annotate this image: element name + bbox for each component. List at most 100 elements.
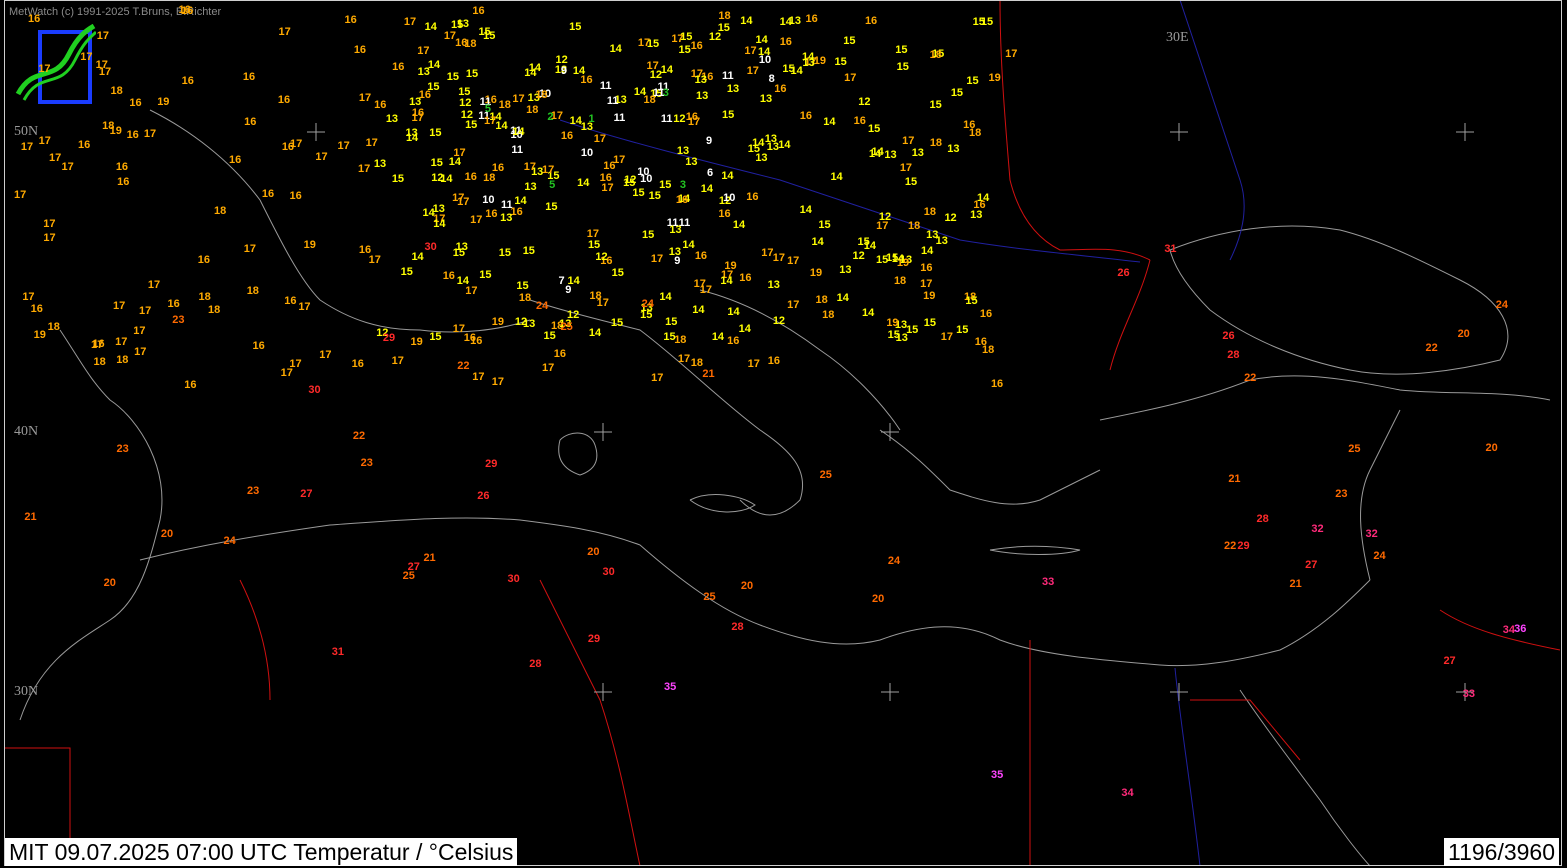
temperature-value: 16 bbox=[739, 272, 752, 285]
temperature-value: 9 bbox=[565, 283, 572, 296]
temperature-value: 19 bbox=[923, 290, 936, 303]
temperature-value: 9 bbox=[560, 64, 567, 77]
temperature-value: 24 bbox=[641, 297, 654, 310]
temperature-value: 15 bbox=[950, 87, 964, 100]
station-count: 1196/3960 bbox=[1443, 838, 1559, 866]
temperature-value: 17 bbox=[115, 336, 128, 349]
temperature-value: 16 bbox=[284, 295, 297, 308]
temperature-value: 13 bbox=[455, 240, 468, 253]
temperature-value: 15 bbox=[721, 108, 735, 121]
temperature-value: 17 bbox=[243, 242, 257, 255]
temperature-value: 12 bbox=[514, 316, 528, 329]
temperature-value: 13 bbox=[694, 73, 707, 86]
temperature-value: 16 bbox=[442, 270, 455, 283]
temperature-value: 15 bbox=[429, 126, 442, 139]
temperature-value: 16 bbox=[694, 249, 708, 262]
temperature-value: 17 bbox=[761, 247, 774, 260]
temperature-value: 10 bbox=[723, 192, 736, 205]
temperature-value: 2 bbox=[547, 110, 554, 123]
temperature-value: 25 bbox=[703, 591, 716, 604]
borders bbox=[5, 0, 1561, 867]
temperature-value: 15 bbox=[391, 173, 405, 186]
temperature-value: 17 bbox=[541, 362, 555, 375]
temperature-value: 19 bbox=[988, 71, 1001, 84]
temperature-value: 18 bbox=[893, 275, 907, 288]
temperature-value: 17 bbox=[96, 29, 109, 42]
temperature-value: 16 bbox=[727, 335, 740, 348]
temperature-value: 16 bbox=[374, 99, 387, 112]
temperature-value: 17 bbox=[677, 353, 691, 366]
temperature-value: 12 bbox=[431, 172, 444, 185]
temperature-value: 16 bbox=[767, 355, 780, 368]
temperature-value: 22 bbox=[457, 359, 470, 372]
temperature-value: 20 bbox=[103, 576, 116, 589]
temperature-value: 20 bbox=[587, 545, 600, 558]
temperature-value: 16 bbox=[126, 128, 139, 141]
temperature-value: 15 bbox=[818, 218, 831, 231]
temperature-value: 16 bbox=[963, 119, 976, 132]
temperature-value: 14 bbox=[740, 15, 753, 28]
temperature-value: 17 bbox=[358, 92, 372, 105]
temperature-value: 14 bbox=[682, 238, 695, 251]
temperature-value: 18 bbox=[47, 320, 60, 333]
temperature-value: 11 bbox=[599, 80, 612, 93]
temperature-value: 15 bbox=[446, 71, 460, 84]
temperature-value: 15 bbox=[642, 228, 655, 241]
temperature-value: 15 bbox=[430, 157, 443, 170]
temperature-value: 14 bbox=[755, 34, 768, 47]
temperature-value: 31 bbox=[1164, 243, 1177, 256]
temperature-value: 17 bbox=[143, 127, 157, 140]
temperature-value: 11 bbox=[606, 94, 619, 107]
temperature-value: 34 bbox=[1121, 786, 1134, 799]
temperature-value: 13 bbox=[726, 82, 740, 95]
temperature-value: 16 bbox=[181, 5, 194, 18]
temperature-value: 12 bbox=[673, 112, 686, 125]
temperature-value: 17 bbox=[133, 325, 146, 338]
temperature-value: 15 bbox=[400, 265, 413, 278]
temperature-value: 15 bbox=[896, 60, 909, 73]
temperature-value: 15 bbox=[929, 98, 942, 111]
temperature-value: 28 bbox=[529, 657, 542, 670]
temperature-value: 28 bbox=[1227, 348, 1240, 361]
temperature-value: 25 bbox=[819, 469, 832, 482]
temperature-value: 14 bbox=[711, 330, 725, 343]
temperature-value: 16 bbox=[580, 73, 593, 86]
grid-cross bbox=[881, 683, 899, 701]
temperature-value: 10 bbox=[580, 146, 594, 159]
temperature-value: 16 bbox=[560, 129, 574, 142]
temperature-value: 16 bbox=[167, 297, 180, 310]
temperature-value: 15 bbox=[956, 324, 969, 337]
temperature-value: 16 bbox=[779, 35, 792, 48]
temperature-value: 17 bbox=[365, 137, 378, 150]
temperature-value: 17 bbox=[772, 252, 786, 265]
temperature-value: 15 bbox=[895, 44, 908, 57]
temperature-value: 16 bbox=[690, 40, 703, 53]
temperature-value: 19 bbox=[491, 315, 504, 328]
temperature-value: 17 bbox=[278, 25, 291, 38]
temperature-value: 14 bbox=[660, 64, 674, 77]
temperature-value: 20 bbox=[1457, 327, 1470, 340]
temperature-value: 24 bbox=[223, 534, 236, 547]
temperature-value: 13 bbox=[884, 149, 897, 162]
temperature-value: 19 bbox=[33, 328, 46, 341]
temperature-value: 23 bbox=[360, 457, 373, 469]
temperature-value: 11 bbox=[501, 198, 513, 211]
temperature-value: 15 bbox=[587, 239, 601, 252]
temperature-value: 6 bbox=[706, 167, 714, 180]
temperature-value: 18 bbox=[929, 48, 942, 61]
temperature-value: 20 bbox=[871, 593, 885, 606]
temperature-value: 33 bbox=[1462, 688, 1476, 701]
temperature-value: 15 bbox=[857, 235, 870, 248]
temperature-value: 12 bbox=[772, 314, 786, 327]
temperature-value: 15 bbox=[610, 316, 624, 329]
temperature-value: 14 bbox=[569, 114, 582, 127]
temperature-value: 23 bbox=[116, 442, 129, 455]
temperature-value: 13 bbox=[668, 246, 682, 259]
temperature-value: 17 bbox=[920, 277, 933, 290]
temperature-value: 16 bbox=[979, 307, 993, 320]
temperature-value: 14 bbox=[799, 204, 812, 217]
temperature-value: 17 bbox=[940, 330, 953, 343]
coastline-black-sea bbox=[1169, 225, 1509, 375]
temperature-value: 13 bbox=[766, 140, 779, 153]
temperature-value: 30 bbox=[424, 240, 437, 253]
